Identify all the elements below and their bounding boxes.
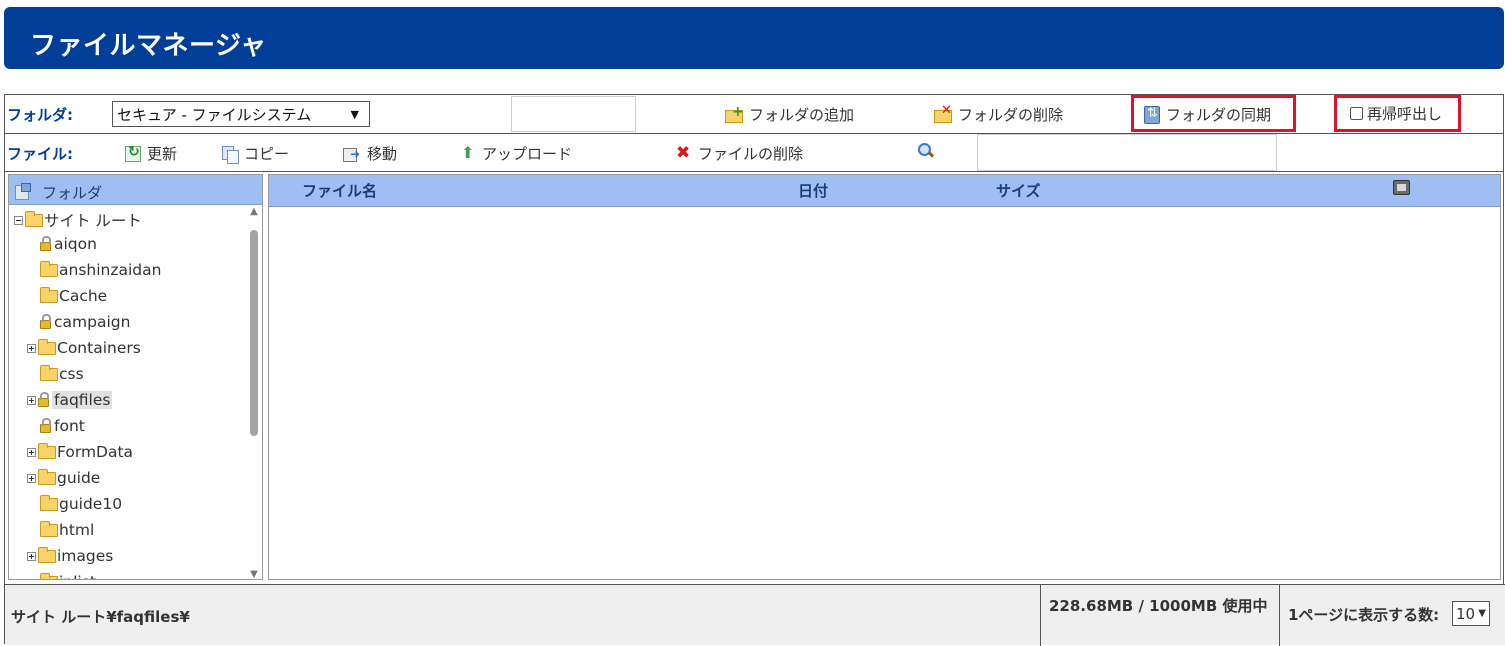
- recursive-checkbox[interactable]: [1350, 107, 1363, 120]
- tree-root[interactable]: サイト ルート: [14, 209, 142, 231]
- expand-icon[interactable]: [27, 395, 36, 405]
- folder-icon: [38, 338, 56, 355]
- tree-item-anshinzaidan[interactable]: anshinzaidan: [40, 260, 161, 279]
- folder-icon: [40, 520, 58, 537]
- tree-item-faqfiles[interactable]: faqfiles: [27, 391, 113, 409]
- scrollbar-thumb[interactable]: [250, 230, 258, 436]
- file-toolbar-label: ファイル:: [7, 145, 73, 163]
- folder-toolbar: フォルダ: セキュア - ファイルシステム ▼ フォルダの追加 フォルダの削除 …: [5, 95, 1503, 134]
- search-button[interactable]: [917, 142, 935, 160]
- expand-icon[interactable]: [27, 343, 36, 353]
- page-title: ファイルマネージャ: [4, 7, 1504, 69]
- tree-item-html[interactable]: html: [40, 520, 94, 539]
- tree-scrollbar[interactable]: ▲ ▼: [248, 206, 260, 579]
- folder-icon: [25, 210, 43, 227]
- expand-icon[interactable]: [27, 551, 36, 561]
- folder-icon: [40, 572, 58, 579]
- storage-select[interactable]: セキュア - ファイルシステム ▼: [112, 101, 370, 127]
- current-path: サイト ルート¥faqfiles¥: [11, 608, 190, 626]
- tree-item-aiqon[interactable]: aiqon: [40, 235, 97, 253]
- tree-item-formdata[interactable]: FormData: [27, 442, 133, 461]
- column-chooser-icon[interactable]: [1393, 180, 1410, 195]
- scroll-up-icon[interactable]: ▲: [248, 206, 260, 217]
- file-toolbar: ファイル: 更新 コピー 移動 アップロード ファイルの削除: [5, 134, 1503, 172]
- expand-icon[interactable]: [27, 473, 36, 483]
- chevron-down-icon: ▼: [350, 107, 359, 121]
- scroll-down-icon[interactable]: ▼: [248, 569, 260, 579]
- folder-icon: [38, 468, 56, 485]
- folder-icon: [40, 260, 58, 277]
- sync-folder-button[interactable]: フォルダの同期: [1144, 104, 1271, 125]
- folder-icon: [40, 494, 58, 511]
- tree-item-cache[interactable]: Cache: [40, 286, 107, 305]
- folder-toolbar-label: フォルダ:: [7, 106, 73, 124]
- upload-button[interactable]: アップロード: [460, 143, 572, 164]
- move-icon: [343, 146, 361, 162]
- status-bar: サイト ルート¥faqfiles¥ 228.68MB / 1000MB 使用中 …: [5, 584, 1505, 646]
- per-page-label: 1ページに表示する数:: [1288, 606, 1440, 624]
- folder-icon: [40, 286, 58, 303]
- chevron-down-icon: ▼: [1478, 608, 1486, 619]
- file-list-header: ファイル名 日付 サイズ: [269, 175, 1500, 207]
- storage-select-value: セキュア - ファイルシステム: [117, 105, 312, 124]
- per-page-select[interactable]: 10 ▼: [1452, 601, 1490, 626]
- tree-item-campaign[interactable]: campaign: [40, 313, 130, 331]
- lock-icon: [38, 392, 49, 407]
- add-folder-button[interactable]: フォルダの追加: [725, 104, 854, 125]
- move-button[interactable]: 移動: [343, 143, 397, 164]
- copy-button[interactable]: コピー: [222, 143, 289, 164]
- usage-cell: 228.68MB / 1000MB 使用中: [1040, 585, 1280, 646]
- search-icon: [917, 142, 935, 160]
- add-folder-icon: [725, 104, 744, 123]
- folder-tree-header: フォルダ: [9, 175, 262, 205]
- tree-item-font[interactable]: font: [40, 417, 85, 435]
- refresh-button[interactable]: 更新: [125, 143, 177, 164]
- delete-file-icon: [676, 143, 692, 163]
- tree-item-css[interactable]: css: [40, 364, 84, 383]
- refresh-icon: [125, 144, 141, 162]
- storage-usage: 228.68MB / 1000MB 使用中: [1049, 597, 1268, 615]
- folder-tree-panel: フォルダ サイト ルート aiqon anshinzaidan Cache ca…: [8, 174, 263, 580]
- copy-icon: [222, 145, 239, 164]
- delete-file-button[interactable]: ファイルの削除: [676, 143, 803, 164]
- lock-icon: [40, 314, 51, 329]
- sync-icon: [1144, 105, 1160, 124]
- folder-icon: [38, 546, 56, 563]
- tree-item-images[interactable]: images: [27, 546, 113, 565]
- search-input[interactable]: [977, 134, 1277, 171]
- recursive-label: 再帰呼出し: [1367, 105, 1443, 123]
- collapse-icon[interactable]: [14, 215, 23, 225]
- tree-item-guide10[interactable]: guide10: [40, 494, 122, 513]
- delete-folder-button[interactable]: フォルダの削除: [934, 103, 1063, 125]
- folder-icon: [40, 364, 58, 381]
- lock-icon: [40, 418, 51, 433]
- column-header-date[interactable]: 日付: [798, 180, 828, 201]
- folder-icon: [38, 442, 56, 459]
- file-list-panel: ファイル名 日付 サイズ: [268, 174, 1501, 580]
- tree-item-inlist[interactable]: inlist: [40, 572, 96, 579]
- expand-icon[interactable]: [27, 447, 36, 457]
- column-header-filename[interactable]: ファイル名: [302, 180, 377, 201]
- file-manager: フォルダ: セキュア - ファイルシステム ▼ フォルダの追加 フォルダの削除 …: [4, 94, 1505, 646]
- tree-item-containers[interactable]: Containers: [27, 338, 141, 357]
- tree-item-guide[interactable]: guide: [27, 468, 100, 487]
- lock-icon: [40, 236, 51, 251]
- recursive-checkbox-group[interactable]: 再帰呼出し: [1350, 103, 1442, 124]
- folder-toolbar-spacer: [511, 96, 636, 132]
- per-page-cell: 1ページに表示する数: 10 ▼: [1279, 585, 1505, 646]
- upload-icon: [460, 143, 476, 163]
- column-header-size[interactable]: サイズ: [996, 180, 1041, 201]
- folder-tree-icon: [14, 183, 32, 201]
- delete-folder-icon: [934, 103, 952, 123]
